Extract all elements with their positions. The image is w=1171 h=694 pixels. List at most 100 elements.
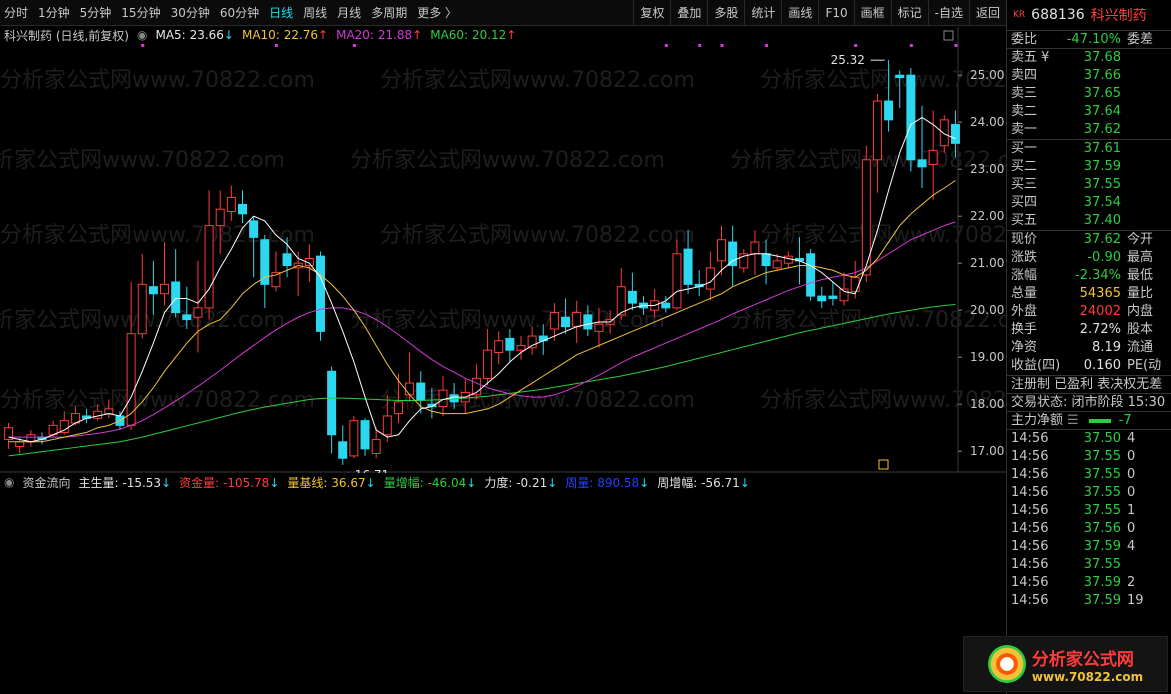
candle-body[interactable]: [572, 312, 582, 328]
candle-body[interactable]: [750, 241, 760, 255]
period-tab-5[interactable]: 60分钟: [216, 4, 265, 21]
candle-body[interactable]: [616, 286, 626, 316]
candle-body[interactable]: [137, 283, 147, 335]
candle-body[interactable]: [160, 283, 170, 295]
toolbar-button-4[interactable]: 画线: [781, 0, 818, 26]
ask-row[interactable]: 卖四 37.66: [1007, 67, 1171, 85]
candle-body[interactable]: [906, 74, 916, 161]
bid-row[interactable]: 买三 37.55: [1007, 176, 1171, 194]
toolbar-button-5[interactable]: F10: [818, 0, 853, 26]
main-chart[interactable]: 分析家公式网www.70822.com 分析家公式网www.70822.com 分析…: [0, 27, 1006, 473]
toolbar-button-3[interactable]: 统计: [744, 0, 781, 26]
period-tab-4[interactable]: 30分钟: [167, 4, 216, 21]
candle-body[interactable]: [349, 420, 359, 457]
period-tab-6[interactable]: 日线: [265, 4, 299, 21]
stat-row[interactable]: 总量 54365 量比: [1007, 285, 1171, 303]
candle-body[interactable]: [360, 420, 370, 450]
candle-body[interactable]: [204, 225, 214, 309]
candle-body[interactable]: [950, 124, 960, 144]
stat-row[interactable]: 外盘 24002 内盘: [1007, 303, 1171, 321]
candle-body[interactable]: [594, 323, 604, 332]
candle-body[interactable]: [215, 208, 225, 227]
candle-body[interactable]: [249, 220, 259, 238]
candle-body[interactable]: [683, 248, 693, 285]
candle-body[interactable]: [483, 349, 493, 379]
tick-row[interactable]: 14:56 37.55: [1007, 556, 1171, 574]
candle-body[interactable]: [728, 241, 738, 267]
toolbar-button-2[interactable]: 多股: [707, 0, 744, 26]
candle-body[interactable]: [182, 314, 192, 321]
candle-body[interactable]: [238, 203, 247, 215]
ask-row[interactable]: 卖五 ¥ 37.68: [1007, 49, 1171, 67]
ask-row[interactable]: 卖三 37.65: [1007, 85, 1171, 103]
period-tab-1[interactable]: 1分钟: [34, 4, 76, 21]
candle-body[interactable]: [104, 408, 114, 415]
window-icon[interactable]: [943, 30, 954, 41]
bid-row[interactable]: 买四 37.54: [1007, 194, 1171, 212]
stat-row[interactable]: 涨幅 -2.34% 最低: [1007, 267, 1171, 285]
tick-row[interactable]: 14:56 37.55 1: [1007, 502, 1171, 520]
candle-body[interactable]: [850, 276, 860, 292]
candle-body[interactable]: [405, 382, 415, 396]
toolbar-button-9[interactable]: 返回: [968, 0, 1006, 26]
ask-row[interactable]: 卖一 37.62: [1007, 121, 1171, 139]
candle-body[interactable]: [193, 307, 203, 318]
period-tab-0[interactable]: 分时: [0, 4, 34, 21]
period-tab-3[interactable]: 15分钟: [117, 4, 166, 21]
period-tab-10[interactable]: 更多 〉: [413, 4, 463, 21]
tick-row[interactable]: 14:56 37.50 4: [1007, 430, 1171, 448]
toolbar-button-7[interactable]: 标记: [890, 0, 928, 26]
candle-body[interactable]: [282, 253, 292, 267]
ask-row[interactable]: 卖二 37.64: [1007, 103, 1171, 121]
tick-row[interactable]: 14:56 37.55 0: [1007, 448, 1171, 466]
candle-body[interactable]: [505, 337, 515, 351]
tick-row[interactable]: 14:56 37.55 0: [1007, 466, 1171, 484]
candle-body[interactable]: [783, 255, 793, 264]
candle-body[interactable]: [917, 159, 927, 168]
stat-row[interactable]: 收益(四) 0.160 PE(动: [1007, 357, 1171, 375]
stat-row[interactable]: 换手 2.72% 股本: [1007, 321, 1171, 339]
info-icon[interactable]: [878, 459, 889, 470]
candle-body[interactable]: [59, 420, 69, 433]
candle-body[interactable]: [939, 119, 949, 147]
candle-body[interactable]: [338, 441, 348, 459]
candle-body[interactable]: [627, 290, 637, 304]
candle-body[interactable]: [806, 253, 816, 297]
bid-row[interactable]: 买五 37.40: [1007, 212, 1171, 230]
toolbar-button-8[interactable]: -自选: [927, 0, 969, 26]
candle-body[interactable]: [761, 253, 771, 267]
settings-circle-icon[interactable]: ◉: [4, 475, 14, 489]
candle-body[interactable]: [171, 281, 181, 314]
period-tab-8[interactable]: 月线: [333, 4, 367, 21]
candle-body[interactable]: [416, 382, 426, 400]
candle-body[interactable]: [315, 255, 325, 332]
candle-body[interactable]: [884, 100, 894, 121]
candle-body[interactable]: [772, 260, 782, 269]
candle-body[interactable]: [516, 344, 526, 351]
tick-row[interactable]: 14:56 37.59 4: [1007, 538, 1171, 556]
candle-body[interactable]: [148, 286, 158, 295]
candle-body[interactable]: [226, 196, 236, 212]
period-tab-9[interactable]: 多周期: [367, 4, 413, 21]
main-flow-row[interactable]: 主力净额 ☰ -7: [1007, 412, 1171, 430]
candle-body[interactable]: [438, 389, 448, 408]
candle-body[interactable]: [872, 100, 882, 161]
stat-row[interactable]: 涨跌 -0.90 最高: [1007, 249, 1171, 267]
bid-row[interactable]: 买一 37.61: [1007, 140, 1171, 158]
candle-body[interactable]: [494, 340, 504, 353]
stat-row[interactable]: 现价 37.62 今开: [1007, 231, 1171, 249]
candle-body[interactable]: [371, 438, 381, 455]
toolbar-button-1[interactable]: 叠加: [670, 0, 707, 26]
tick-row[interactable]: 14:56 37.59 2: [1007, 574, 1171, 592]
candle-body[interactable]: [672, 253, 682, 309]
candle-body[interactable]: [661, 302, 671, 309]
bid-row[interactable]: 买二 37.59: [1007, 158, 1171, 176]
candle-body[interactable]: [15, 441, 25, 447]
period-tab-2[interactable]: 5分钟: [76, 4, 118, 21]
candle-body[interactable]: [817, 295, 827, 302]
tick-row[interactable]: 14:56 37.59 19: [1007, 592, 1171, 610]
list-icon[interactable]: ☰: [1063, 412, 1083, 429]
candle-body[interactable]: [549, 312, 559, 330]
stat-row[interactable]: 净资 8.19 流通: [1007, 339, 1171, 357]
candle-body[interactable]: [93, 410, 103, 419]
